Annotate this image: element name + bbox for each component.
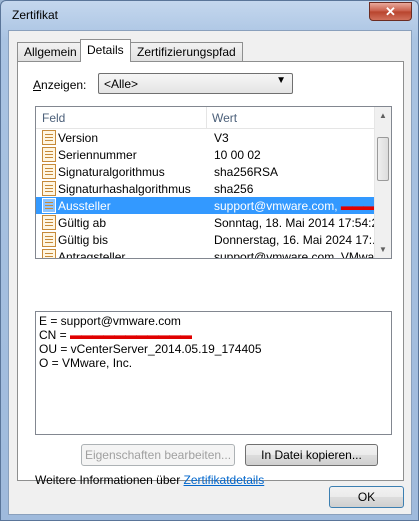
column-header-value[interactable]: Wert <box>212 111 237 125</box>
field-value: V3 <box>214 131 229 145</box>
field-detail-text[interactable]: E = support@vmware.com CN = ▬▬▬▬▬▬▬▬▬▬▬ … <box>35 311 392 435</box>
certificate-field-icon <box>42 198 56 213</box>
ok-button[interactable]: OK <box>329 486 404 508</box>
list-item[interactable]: Antragsteller support@vmware.com, VMwar.… <box>36 248 376 259</box>
field-name: Gültig ab <box>58 216 107 230</box>
field-value: 10 00 02 <box>214 148 261 162</box>
redaction-mark: ▬▬▬▬... <box>340 199 374 213</box>
list-header: Feld Wert <box>36 107 376 129</box>
certificate-field-icon <box>42 147 56 162</box>
show-label: Anzeigen: <box>33 78 87 92</box>
copy-to-file-button[interactable]: In Datei kopieren... <box>245 444 378 466</box>
certificate-field-icon <box>42 130 56 145</box>
more-info-text: Weitere Informationen über Zertifikatdet… <box>35 473 264 487</box>
chevron-down-icon: ▼ <box>276 75 286 86</box>
show-dropdown[interactable]: <Alle> ▼ <box>98 73 293 94</box>
field-name: Signaturhashalgorithmus <box>58 182 191 196</box>
dialog-client-area: Allgemein Details Zertifizierungspfad An… <box>8 30 412 515</box>
certificate-field-icon <box>42 215 56 230</box>
list-item[interactable]: Version V3 <box>36 129 376 146</box>
field-value: Sonntag, 18. Mai 2014 17:54:20 <box>214 216 374 230</box>
redaction-mark: ▬▬▬▬▬▬▬▬▬▬▬ <box>70 328 192 342</box>
certificate-dialog: Zertifikat ✕ Allgemein Details Zertifizi… <box>0 0 419 521</box>
field-name: Seriennummer <box>58 148 137 162</box>
field-name: Signaturalgorithmus <box>58 165 165 179</box>
close-button[interactable]: ✕ <box>369 2 412 21</box>
field-list[interactable]: Feld Wert Version V3 Seriennummer 10 00 … <box>35 106 392 259</box>
certificate-details-link[interactable]: Zertifikatdetails <box>184 473 265 487</box>
detail-line: OU = vCenterServer_2014.05.19_174405 <box>39 342 262 356</box>
tab-certification-path[interactable]: Zertifizierungspfad <box>130 42 243 61</box>
column-header-field[interactable]: Feld <box>42 111 65 125</box>
scroll-up-icon[interactable]: ▲ <box>375 107 391 124</box>
field-name: Version <box>58 131 99 145</box>
field-value: support@vmware.com, ▬▬▬▬... <box>214 199 374 213</box>
certificate-field-icon <box>42 232 56 247</box>
certificate-field-icon <box>42 181 56 196</box>
tab-general[interactable]: Allgemein <box>17 42 84 61</box>
more-info-label: Weitere Informationen über <box>35 473 184 487</box>
column-divider[interactable] <box>206 107 207 129</box>
field-value: sha256 <box>214 182 254 196</box>
list-scrollbar[interactable]: ▲ ▼ <box>374 107 391 258</box>
scrollbar-thumb[interactable] <box>377 137 389 181</box>
field-name: Aussteller <box>58 199 111 213</box>
field-name: Antragsteller <box>58 250 126 259</box>
field-value: Donnerstag, 16. Mai 2024 17:... <box>214 233 374 247</box>
field-value: support@vmware.com, VMwar... <box>214 250 374 259</box>
certificate-field-icon <box>42 164 56 179</box>
list-item[interactable]: Gültig bis Donnerstag, 16. Mai 2024 17:.… <box>36 231 376 248</box>
window-title: Zertifikat <box>12 8 59 22</box>
list-item[interactable]: Gültig ab Sonntag, 18. Mai 2014 17:54:20 <box>36 214 376 231</box>
list-item[interactable]: Signaturhashalgorithmus sha256 <box>36 180 376 197</box>
field-name: Gültig bis <box>58 233 109 247</box>
list-item[interactable]: Signaturalgorithmus sha256RSA <box>36 163 376 180</box>
certificate-field-icon <box>42 249 56 258</box>
detail-line: E = support@vmware.com <box>39 314 181 328</box>
title-bar[interactable]: Zertifikat ✕ <box>1 1 418 29</box>
show-dropdown-value: <Alle> <box>104 77 139 91</box>
scroll-down-icon[interactable]: ▼ <box>375 241 391 258</box>
detail-line: O = VMware, Inc. <box>39 356 133 370</box>
tab-details[interactable]: Details <box>80 39 131 62</box>
detail-line: CN = ▬▬▬▬▬▬▬▬▬▬▬ <box>39 328 192 342</box>
list-item-selected[interactable]: Aussteller support@vmware.com, ▬▬▬▬... <box>36 197 376 214</box>
list-item[interactable]: Seriennummer 10 00 02 <box>36 146 376 163</box>
field-value: sha256RSA <box>214 165 279 179</box>
edit-properties-button[interactable]: Eigenschaften bearbeiten... <box>81 444 235 466</box>
details-panel: Anzeigen: <Alle> ▼ Feld Wert Version V3 <box>17 61 404 487</box>
